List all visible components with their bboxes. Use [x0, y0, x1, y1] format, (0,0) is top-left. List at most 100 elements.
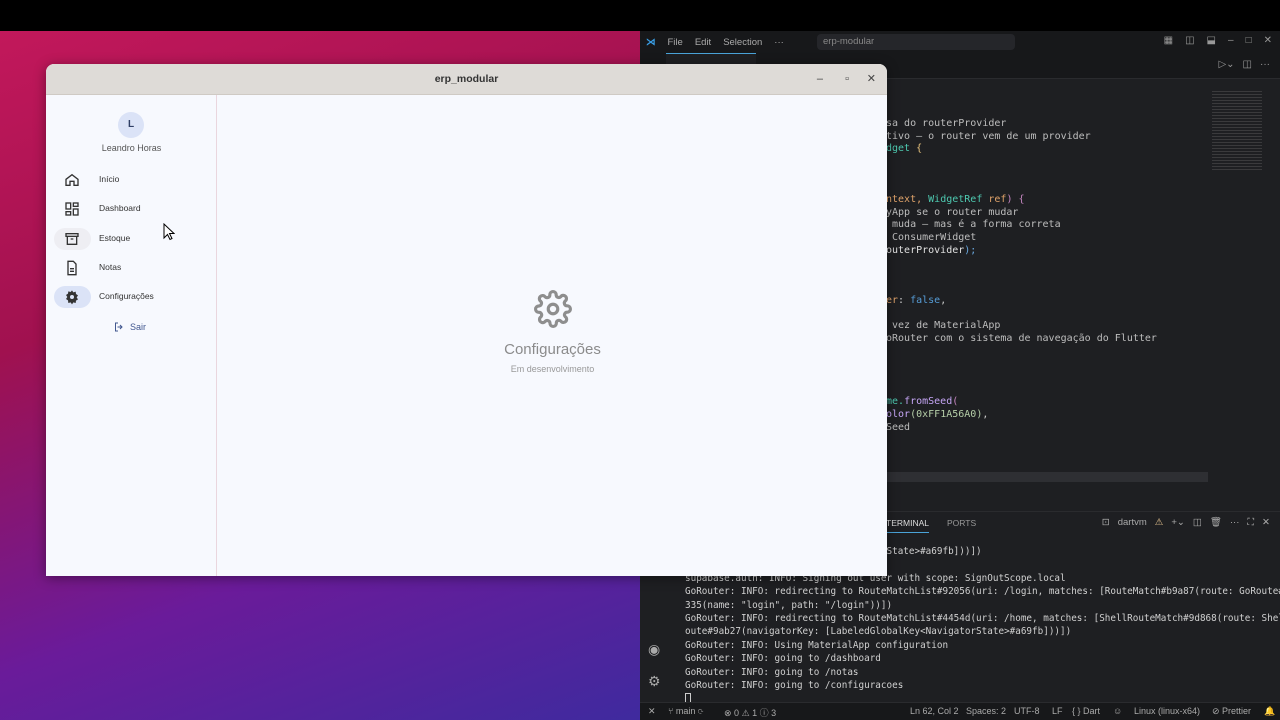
branch-indicator[interactable]: ⑂ main ⟳	[668, 706, 703, 716]
encoding[interactable]: UTF-8	[1014, 706, 1040, 716]
close-icon[interactable]: ✕	[1264, 35, 1272, 46]
problems-indicator[interactable]: ⊗ 0 ⚠ 1 ⓘ 3	[724, 706, 776, 719]
trash-icon[interactable]: 🗑	[1210, 517, 1222, 528]
sidebar-item-label: Estoque	[99, 232, 131, 243]
code-line: sa do routerProvider	[886, 118, 1007, 129]
user-name: Leandro Horas	[101, 143, 162, 153]
prettier-status[interactable]: ⊘ Prettier	[1212, 706, 1251, 717]
copilot-icon[interactable]: ☺	[1113, 706, 1122, 716]
sidebar-item-label: Início	[99, 174, 120, 184]
main-content: Configurações Em desenvolvimento	[218, 95, 887, 576]
code-line: Seed	[886, 421, 911, 433]
command-center-search[interactable]: erp-modular	[817, 34, 1015, 50]
sidebar-item-archive[interactable]: Estoque	[54, 227, 204, 250]
split-terminal-icon[interactable]: ◫	[1193, 517, 1202, 528]
logout-label: Sair	[130, 322, 147, 332]
minimize-icon[interactable]: –	[1228, 35, 1234, 46]
gear-icon	[533, 290, 572, 328]
empty-state-title: Configurações	[504, 341, 601, 358]
tab-ports[interactable]: PORTS	[947, 518, 976, 533]
close-panel-icon[interactable]: ✕	[1262, 517, 1270, 528]
empty-state: Configurações Em desenvolvimento	[218, 290, 887, 374]
terminal-line: GoRouter: INFO: going to /configuracoes	[685, 679, 904, 691]
terminal-icon: ⊡	[1101, 517, 1110, 528]
sidebar-item-dashboard[interactable]: Dashboard	[54, 198, 204, 220]
cursor-position[interactable]: Ln 62, Col 2	[910, 706, 959, 716]
minimize-icon[interactable]: –	[817, 64, 823, 95]
archive-icon	[65, 232, 79, 245]
terminal-line: GoRouter: INFO: going to /dashboard	[685, 653, 881, 665]
terminal-line: GoRouter: INFO: Using MaterialApp config…	[685, 639, 949, 651]
status-bar: ✕ ⑂ main ⟳ ⊗ 0 ⚠ 1 ⓘ 3 Ln 62, Col 2 Spac…	[640, 702, 1280, 720]
terminal-line: GoRouter: INFO: redirecting to RouteMatc…	[685, 586, 1280, 598]
sidebar-item-gear[interactable]: Configurações	[54, 286, 204, 309]
code-line: ntext, WidgetRef ref) {	[886, 193, 1025, 205]
vscode-titlebar: ⋊ File Edit Selection ··· ← → erp-modula…	[640, 31, 1280, 53]
code-line: yApp se o router mudar	[886, 206, 1019, 218]
dashboard-icon	[65, 202, 79, 216]
menu-more[interactable]: ···	[774, 37, 784, 48]
terminal-line: GoRouter: INFO: going to /notas	[685, 666, 859, 678]
maximize-icon[interactable]: ▫	[845, 64, 849, 95]
sidebar: L Leandro Horas Início Dashboard Estoque No…	[46, 95, 217, 576]
close-icon[interactable]: ✕	[867, 64, 876, 95]
code-line: olor(0xFF1A56A0),	[886, 408, 989, 420]
logout-button[interactable]: Sair	[113, 321, 146, 333]
terminal-line: 335(name: "login", path: "/login"))])	[685, 599, 893, 611]
code-line: ConsumerWidget	[886, 231, 977, 243]
notifications-icon[interactable]: 🔔	[1264, 706, 1275, 717]
logout-icon	[115, 322, 123, 332]
maximize-icon[interactable]: □	[1246, 35, 1252, 46]
maximize-panel-icon[interactable]: ⛶	[1247, 517, 1254, 528]
tab-terminal[interactable]: TERMINAL	[886, 518, 929, 533]
system-top-bar	[0, 0, 1280, 31]
menu-selection[interactable]: Selection	[723, 37, 762, 48]
window-titlebar: erp_modular – ▫ ✕	[46, 64, 887, 95]
indentation[interactable]: Spaces: 2	[966, 706, 1006, 716]
terminal-line: oute#9ab27(navigatorKey: [LabeledGlobalK…	[685, 626, 1072, 638]
eol[interactable]: LF	[1052, 706, 1063, 716]
document-icon	[67, 260, 77, 276]
code-line: tivo — o router vem de um provider	[886, 130, 1091, 142]
more-icon[interactable]: ···	[1260, 59, 1270, 70]
sidebar-item-label: Configurações	[99, 291, 154, 302]
code-line: oRouter com o sistema de navegação do Fl…	[886, 333, 1157, 345]
code-line: dget {	[886, 143, 923, 155]
new-terminal-icon[interactable]: +⌄	[1171, 517, 1185, 528]
vscode-logo-icon: ⋊	[646, 36, 656, 48]
panel-toggle-icon[interactable]: ⬓	[1207, 35, 1216, 46]
terminal-line: GoRouter: INFO: redirecting to RouteMatc…	[685, 612, 1280, 624]
empty-state-subtitle: Em desenvolvimento	[510, 364, 595, 374]
sidebar-item-label: Notas	[99, 261, 122, 272]
code-line: muda — mas é a forma correta	[886, 219, 1061, 231]
sidebar-toggle-icon[interactable]: ◫	[1185, 35, 1194, 46]
platform[interactable]: Linux (linux-x64)	[1134, 706, 1200, 716]
sidebar-item-home[interactable]: Início	[54, 169, 204, 191]
split-editor-icon[interactable]: ◫	[1243, 59, 1252, 70]
mouse-cursor-icon	[163, 223, 175, 241]
code-line: me.fromSeed(	[886, 396, 959, 408]
code-line: er: false,	[886, 295, 947, 307]
home-icon	[65, 173, 79, 186]
account-icon[interactable]: ◉	[648, 641, 660, 658]
erp-app-window: erp_modular – ▫ ✕ L Leandro Horas Início…	[46, 64, 887, 576]
avatar[interactable]: L	[118, 112, 144, 138]
horizontal-scrollbar[interactable]	[886, 472, 1208, 482]
menu-file[interactable]: File	[668, 37, 683, 48]
minimap[interactable]	[1212, 91, 1262, 171]
run-icon[interactable]: ▷⌄	[1218, 59, 1234, 70]
more-icon[interactable]: ···	[1230, 517, 1240, 528]
code-line: vez de MaterialApp	[886, 320, 1001, 332]
layout-icon[interactable]: ▦	[1164, 35, 1173, 46]
code-line: outerProvider);	[886, 244, 977, 256]
gear-icon	[66, 290, 78, 305]
warning-icon: ⚠	[1154, 517, 1164, 528]
window-title: erp_modular	[434, 73, 499, 85]
settings-icon[interactable]: ⚙	[648, 673, 661, 690]
menu-edit[interactable]: Edit	[695, 37, 711, 48]
remote-icon[interactable]: ✕	[648, 706, 656, 717]
terminal-name[interactable]: dartvm	[1118, 517, 1147, 528]
sidebar-item-document[interactable]: Notas	[54, 257, 204, 279]
sidebar-item-label: Dashboard	[99, 203, 141, 214]
language-mode[interactable]: { } Dart	[1072, 706, 1100, 716]
